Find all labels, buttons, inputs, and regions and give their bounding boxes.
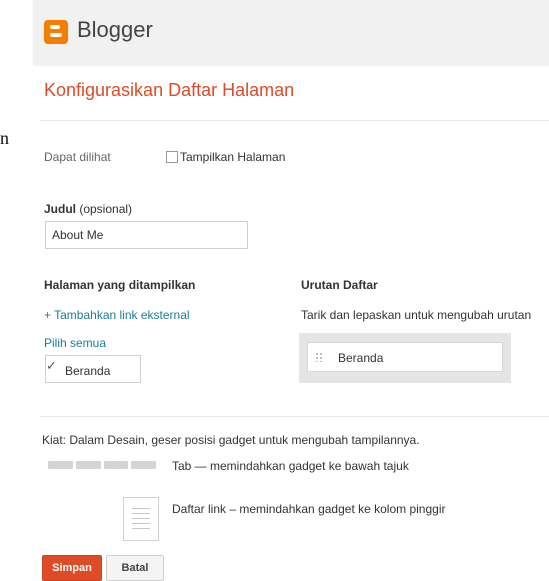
top-bar: Blogger bbox=[33, 0, 549, 66]
tab-layout-preview-icon bbox=[48, 461, 156, 469]
title-input[interactable]: About Me bbox=[45, 221, 248, 249]
title-label-optional: (opsional) bbox=[76, 202, 133, 216]
displayed-pages-heading: Halaman yang ditampilkan bbox=[44, 278, 196, 292]
title-field-label: Judul (opsional) bbox=[44, 202, 132, 216]
blogger-logo-icon bbox=[44, 20, 68, 44]
add-external-link[interactable]: + Tambahkan link eksternal bbox=[44, 308, 190, 322]
cancel-button[interactable]: Batal bbox=[106, 555, 164, 581]
show-pages-label: Tampilkan Halaman bbox=[180, 150, 286, 164]
divider bbox=[40, 120, 549, 121]
title-label-bold: Judul bbox=[44, 202, 76, 216]
brand-name: Blogger bbox=[77, 17, 153, 42]
checkmark-icon[interactable]: ✓ bbox=[46, 358, 57, 374]
order-list: Beranda bbox=[299, 333, 511, 383]
show-pages-checkbox[interactable] bbox=[166, 151, 178, 163]
page-item-label: Beranda bbox=[65, 364, 111, 378]
page-list-item[interactable]: ✓ Beranda bbox=[45, 355, 141, 383]
left-margin bbox=[0, 0, 33, 578]
save-button[interactable]: Simpan bbox=[42, 555, 102, 581]
list-order-heading: Urutan Daftar bbox=[301, 278, 378, 292]
select-all-link[interactable]: Pilih semua bbox=[44, 336, 106, 350]
visibility-label: Dapat dilihat bbox=[44, 150, 111, 164]
list-layout-description: Daftar link – memindahkan gadget ke kolo… bbox=[172, 502, 446, 516]
tip-text: Kiat: Dalam Desain, geser posisi gadget … bbox=[42, 433, 420, 447]
list-layout-preview-icon bbox=[123, 497, 159, 541]
divider bbox=[40, 416, 549, 417]
drag-handle-icon[interactable] bbox=[315, 352, 323, 362]
order-list-item[interactable]: Beranda bbox=[307, 342, 503, 372]
tab-layout-description: Tab — memindahkan gadget ke bawah tajuk bbox=[172, 459, 409, 473]
order-item-label: Beranda bbox=[338, 351, 384, 365]
drag-drop-hint: Tarik dan lepaskan untuk mengubah urutan bbox=[301, 308, 532, 322]
page-title: Konfigurasikan Daftar Halaman bbox=[44, 80, 295, 100]
cropped-text-fragment: n bbox=[0, 128, 9, 148]
